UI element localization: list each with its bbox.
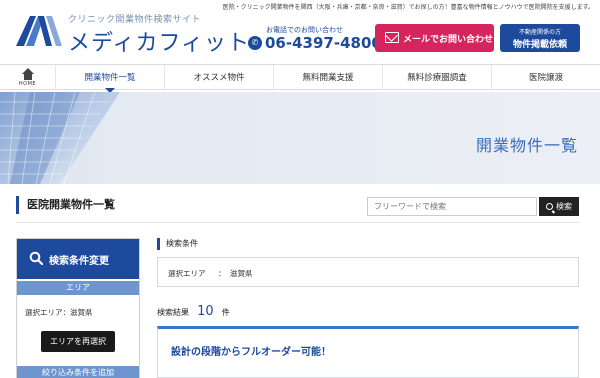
- listing-title[interactable]: 設計の段階からフルオーダー可能！: [171, 343, 331, 358]
- sidebar-header: 検索条件変更: [17, 239, 139, 279]
- global-nav: HOME 開業物件一覧 オススメ物件 無料開業支援 無料診療圏調査 医院譲渡: [0, 64, 600, 93]
- nav-item-transfer[interactable]: 医院譲渡: [492, 65, 600, 89]
- condition-area-value: 滋賀県: [230, 269, 253, 278]
- nav-home-label: HOME: [18, 81, 37, 87]
- add-filter-header[interactable]: 絞り込み条件を追加: [17, 366, 139, 378]
- phone-number[interactable]: 06-4397-4800: [265, 34, 382, 52]
- home-icon: [22, 68, 34, 80]
- conditions-heading: 検索条件: [157, 238, 198, 250]
- mail-contact-button[interactable]: メールでお問い合わせ: [375, 24, 494, 52]
- search-button[interactable]: 検索: [539, 197, 579, 216]
- result-unit: 件: [221, 308, 230, 317]
- conditions-box: 選択エリア ： 滋賀県: [157, 257, 579, 287]
- area-header: エリア: [17, 281, 139, 295]
- mail-contact-label: メールでお問い合わせ: [403, 35, 494, 45]
- list-heading: 医院開業物件一覧: [16, 196, 115, 214]
- condition-area-label: 選択エリア: [168, 269, 206, 278]
- freeword-search-input[interactable]: [367, 197, 537, 216]
- logo-name: メディカフィット: [68, 31, 251, 56]
- phone-contact[interactable]: お電話でのお問い合わせ ✆ 06-4397-4800: [248, 25, 382, 55]
- mail-icon: [385, 32, 399, 43]
- search-icon: [546, 203, 553, 210]
- listing-request-sub: 不動産関係の方: [518, 29, 561, 36]
- nav-home[interactable]: HOME: [0, 65, 56, 89]
- search-sidebar: 検索条件変更 エリア 選択エリア：滋賀県 エリアを再選択 絞り込み条件を追加: [16, 238, 140, 378]
- condition-separator: ：: [218, 269, 226, 278]
- result-count: 検索結果 10 件: [157, 300, 230, 319]
- result-number: 10: [197, 304, 214, 319]
- nav-item-recommended[interactable]: オススメ物件: [165, 65, 274, 89]
- hero-banner: 開業物件一覧: [0, 92, 600, 184]
- logo-subtitle: クリニック開業物件検索サイト: [68, 15, 202, 25]
- listing-request-button[interactable]: 不動産関係の方 物件掲載依頼: [500, 24, 580, 52]
- page-title: 開業物件一覧: [475, 136, 578, 155]
- nav-item-area-survey[interactable]: 無料診療圏調査: [383, 65, 492, 89]
- divider: [16, 222, 580, 223]
- listing-card[interactable]: 設計の段階からフルオーダー可能！: [157, 326, 579, 378]
- logo-mark-icon: [16, 16, 62, 46]
- site-logo[interactable]: クリニック開業物件検索サイト メディカフィット: [16, 10, 249, 58]
- selected-area-text: 選択エリア：滋賀県: [25, 308, 93, 317]
- listing-request-label: 物件掲載依頼: [512, 40, 567, 50]
- sidebar-title: 検索条件変更: [49, 256, 109, 267]
- building-image: [0, 92, 260, 184]
- phone-icon: ✆: [248, 36, 262, 50]
- search-button-label: 検索: [556, 202, 572, 211]
- header-tagline: 医院・クリニック開業物件を関西（大阪・兵庫・京都・奈良・滋賀）でお探しの方！豊富…: [222, 4, 594, 11]
- search-icon: [29, 251, 43, 265]
- result-label: 検索結果: [157, 308, 189, 317]
- nav-item-free-support[interactable]: 無料開業支援: [274, 65, 383, 89]
- nav-item-property-list[interactable]: 開業物件一覧: [56, 65, 165, 93]
- area-reselect-button[interactable]: エリアを再選択: [41, 331, 115, 352]
